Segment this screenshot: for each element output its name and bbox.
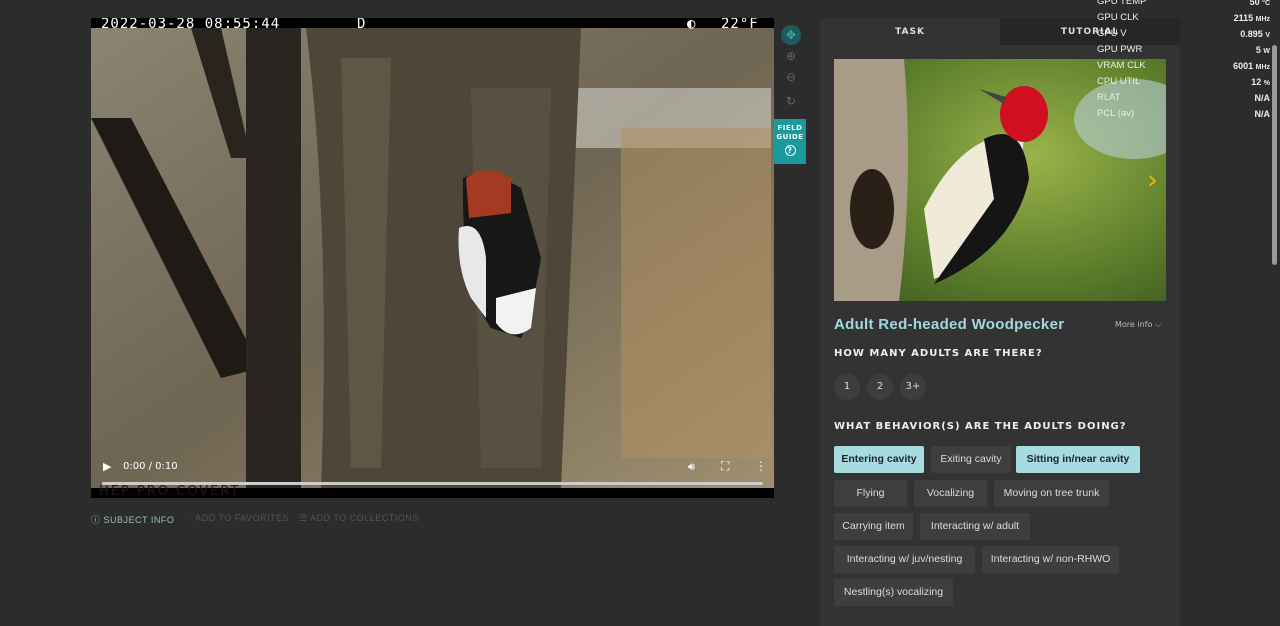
moon-phase-icon: ◐ [687, 18, 697, 32]
zoom-in-button[interactable]: ⊕ [781, 46, 801, 66]
stat-row: GPU CLK 2115 MHz [1097, 10, 1270, 26]
stat-label: VRAM CLK [1097, 60, 1146, 71]
more-options-button[interactable]: ⋮ [755, 459, 767, 473]
temperature-overlay: 22°F [721, 18, 759, 32]
next-image-arrow-icon[interactable]: › [1147, 163, 1158, 196]
behavior-interacting-non-rhwo[interactable]: Interacting w/ non-RHWO [982, 546, 1119, 573]
subject-info-button[interactable]: ⓘ SUBJECT INFO [91, 513, 174, 526]
behavior-nestlings-vocalizing[interactable]: Nestling(s) vocalizing [834, 579, 953, 606]
list-icon: ☰ [299, 513, 311, 523]
stat-label: GPU V [1097, 28, 1127, 39]
question-behavior: WHAT BEHAVIOR(S) ARE THE ADULTS DOING? [834, 421, 1127, 432]
time-display: 0:00 / 0:10 [123, 461, 178, 472]
field-guide-button[interactable]: FIELD GUIDE ? [774, 119, 806, 164]
fullscreen-button[interactable]: ⛶ [721, 459, 729, 474]
stat-label: CPU UTIL [1097, 76, 1141, 87]
add-to-collections-button[interactable]: ☰ ADD TO COLLECTIONS [299, 513, 419, 524]
add-to-favorites-button[interactable]: ♡ ADD TO FAVORITES [184, 513, 289, 524]
info-icon: ⓘ [91, 515, 104, 525]
move-icon: ✥ [785, 28, 797, 42]
stat-row: VRAM CLK 6001 MHz [1097, 58, 1270, 74]
stat-label: RLAT [1097, 92, 1121, 103]
tab-task[interactable]: TASK [820, 18, 1000, 45]
rotate-icon: ↻ [785, 94, 797, 108]
stat-value: 6001 MHz [1233, 61, 1270, 71]
behavior-entering-cavity[interactable]: Entering cavity [834, 446, 924, 473]
heart-icon: ♡ [184, 513, 196, 523]
behavior-moving-on-trunk[interactable]: Moving on tree trunk [994, 480, 1109, 507]
stat-value: N/A [1254, 109, 1271, 119]
count-option-1[interactable]: 1 [834, 374, 860, 400]
stat-label: GPU TEMP [1097, 0, 1147, 7]
behavior-sitting-near-cavity[interactable]: Sitting in/near cavity [1016, 446, 1140, 473]
more-info-button[interactable]: More info ⌵ [1115, 320, 1161, 330]
stat-row: GPU V 0.895 V [1097, 26, 1270, 42]
stat-row: CPU UTIL 12 % [1097, 74, 1270, 90]
performance-overlay: GPU TEMP 50 °C GPU CLK 2115 MHz GPU V 0.895 V… [1097, 0, 1270, 122]
stat-row: GPU PWR 5 W [1097, 42, 1270, 58]
count-option-3plus[interactable]: 3+ [900, 374, 926, 400]
play-button[interactable]: ▶ [103, 460, 111, 473]
stat-row: PCL (av) N/A [1097, 106, 1270, 122]
trailcam-footage [91, 28, 774, 488]
behavior-vocalizing[interactable]: Vocalizing [914, 480, 987, 507]
stat-value: 2115 MHz [1233, 13, 1270, 23]
volume-button[interactable]: 🔊︎ [688, 460, 695, 474]
stat-label: GPU CLK [1097, 12, 1139, 23]
question-count: HOW MANY ADULTS ARE THERE? [834, 348, 1043, 359]
behavior-flying[interactable]: Flying [834, 480, 907, 507]
behavior-interacting-adult[interactable]: Interacting w/ adult [920, 513, 1030, 540]
stat-value: 50 °C [1249, 0, 1270, 7]
mode-overlay: D [357, 18, 367, 32]
behavior-exiting-cavity[interactable]: Exiting cavity [931, 446, 1011, 473]
move-tool-button[interactable]: ✥ [781, 25, 801, 45]
rotate-button[interactable]: ↻ [781, 91, 801, 111]
zoom-out-button[interactable]: ⊖ [781, 67, 801, 87]
behavior-carrying-item[interactable]: Carrying item [834, 513, 913, 540]
count-option-2[interactable]: 2 [867, 374, 893, 400]
species-name: Adult Red-headed Woodpecker [834, 316, 1065, 333]
stat-label: GPU PWR [1097, 44, 1143, 55]
zoom-out-icon: ⊖ [785, 70, 797, 84]
stat-row: RLAT N/A [1097, 90, 1270, 106]
stat-label: PCL (av) [1097, 108, 1135, 119]
behavior-interacting-juv[interactable]: Interacting w/ juv/nesting [834, 546, 975, 573]
stat-value: 5 W [1255, 45, 1270, 55]
stat-row: GPU TEMP 50 °C [1097, 0, 1270, 10]
timestamp-overlay: 2022-03-28 08:55:44 [101, 18, 281, 32]
field-guide-label: FIELD [777, 124, 803, 132]
stat-value: 0.895 V [1240, 29, 1270, 39]
camera-watermark: HEP PRO COVERT [99, 484, 241, 498]
video-player[interactable]: 2022-03-28 08:55:44 D ◐ 22°F ▶ 0:00 / 0:… [91, 18, 774, 498]
stat-value: 12 % [1251, 77, 1270, 87]
scrollbar[interactable] [1272, 45, 1277, 265]
help-icon: ? [784, 145, 796, 156]
stat-value: N/A [1254, 93, 1271, 103]
field-guide-label: GUIDE [776, 133, 804, 141]
zoom-in-icon: ⊕ [785, 49, 797, 63]
chevron-down-icon: ⌵ [1154, 320, 1162, 329]
